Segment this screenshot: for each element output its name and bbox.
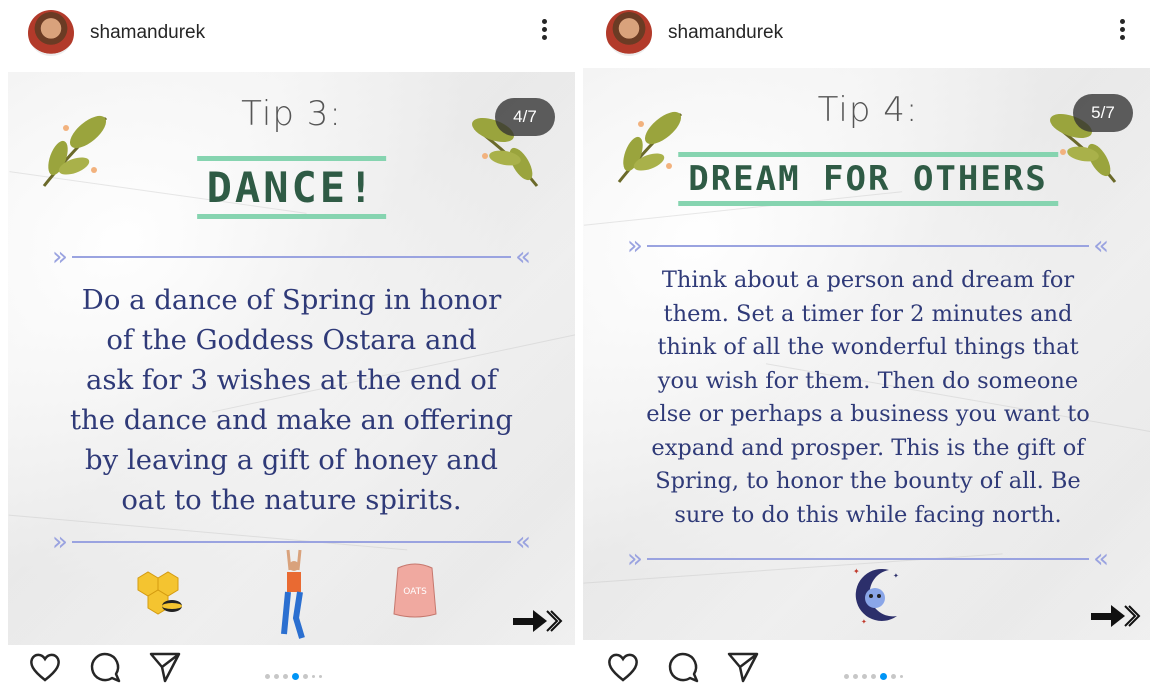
carousel-dot: [862, 673, 867, 679]
tip-body-line: you wish for them. Then do someone: [657, 367, 1079, 394]
tip-body-line: Think about a person and dream for: [661, 267, 1075, 293]
tip-body: Do a dance of Spring in honor of the God…: [38, 280, 545, 520]
carousel-dot: [265, 673, 270, 679]
tip-body-line: of the Goddess Ostara and: [106, 324, 477, 356]
tip-body-line: oat to the nature spirits.: [121, 484, 462, 516]
tip-body-line: Do a dance of Spring in honor: [81, 284, 502, 316]
tip-body-line: expand and prosper. This is the gift of: [651, 434, 1085, 461]
post-card-1: shamandurek Tip 3: DANCE! 4/7 » « Do a d…: [0, 0, 575, 695]
carousel-dots: [844, 672, 903, 680]
tip-body-line: the dance and make an offering: [70, 404, 513, 436]
tip-body-line: ask for 3 wishes at the end of: [85, 364, 498, 396]
next-arrow-icon[interactable]: [1089, 602, 1141, 630]
svg-text:✦: ✦: [893, 572, 899, 580]
post-header: shamandurek: [0, 0, 575, 66]
avatar[interactable]: [28, 10, 74, 56]
username[interactable]: shamandurek: [90, 22, 205, 44]
moon-creature-icon: ✦ ✦ ✦: [853, 567, 899, 626]
carousel-dot-active: [880, 672, 887, 680]
svg-text:✦: ✦: [861, 618, 867, 626]
carousel-dot: [891, 673, 896, 679]
post-header: shamandurek: [578, 0, 1150, 66]
comment-icon[interactable]: [666, 650, 700, 684]
send-icon[interactable]: [148, 650, 182, 684]
divider-top: » «: [627, 231, 1109, 261]
carousel-dot: [274, 673, 279, 679]
carousel-dot: [871, 673, 876, 679]
headline: DREAM FOR OTHERS: [678, 152, 1058, 206]
comment-icon[interactable]: [88, 650, 122, 684]
send-icon[interactable]: [726, 650, 760, 684]
carousel-dot: [844, 673, 849, 679]
carousel-dot: [312, 674, 315, 678]
headline: DANCE!: [196, 156, 387, 219]
slide-counter: 4/7: [495, 98, 555, 136]
tip-body-line: them. Set a timer for 2 minutes and: [663, 300, 1073, 327]
tip-body-line: by leaving a gift of honey and: [85, 444, 498, 476]
tip-body-line: sure to do this while facing north.: [674, 501, 1062, 528]
tip-body-line: Spring, to honor the bounty of all. Be: [655, 468, 1081, 494]
carousel-slide[interactable]: Tip 4: DREAM FOR OTHERS 5/7 » « Think abo…: [583, 68, 1150, 640]
username[interactable]: shamandurek: [668, 22, 783, 44]
post-card-2: shamandurek Tip 4: DREAM FOR OTHERS 5/7 …: [578, 0, 1150, 695]
carousel-dot: [303, 673, 308, 679]
tip-body: Think about a person and dream for them.…: [613, 264, 1123, 532]
carousel-dots: [265, 672, 322, 680]
carousel-dot: [283, 673, 288, 679]
avatar[interactable]: [606, 10, 652, 56]
more-options-icon[interactable]: [1117, 16, 1127, 46]
carousel-slide[interactable]: Tip 3: DANCE! 4/7 » « Do a dance of Sprin…: [8, 72, 575, 645]
tip-title: Tip 4:: [817, 90, 919, 130]
heart-icon[interactable]: [28, 650, 62, 684]
heart-icon[interactable]: [606, 650, 640, 684]
slide-counter: 5/7: [1073, 94, 1133, 132]
svg-text:✦: ✦: [853, 567, 860, 576]
carousel-dot-active: [292, 672, 299, 680]
carousel-dot: [900, 674, 903, 678]
tip-title: Tip 3:: [241, 94, 342, 134]
tip-body-line: think of all the wonderful things that: [657, 334, 1079, 360]
tip-body-line: else or perhaps a business you want to: [646, 401, 1090, 427]
honeycomb-bee-icon: [137, 571, 182, 615]
oats-sack-icon: OATS: [393, 563, 437, 618]
post-actions: [606, 650, 766, 690]
carousel-dot: [853, 673, 858, 679]
divider-top: » «: [52, 242, 531, 272]
post-actions: [28, 650, 188, 690]
svg-text:OATS: OATS: [403, 587, 427, 597]
dancer-icon: [281, 549, 305, 639]
more-options-icon[interactable]: [539, 16, 549, 46]
next-arrow-icon[interactable]: [511, 607, 563, 635]
carousel-dot: [319, 674, 322, 678]
